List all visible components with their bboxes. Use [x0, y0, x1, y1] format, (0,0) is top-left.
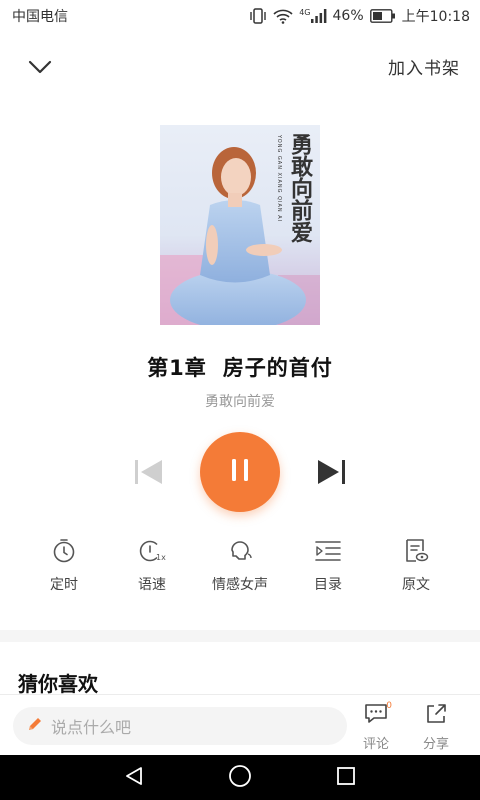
- network-type: 4G: [299, 8, 311, 17]
- chapter-name: 房子的首付: [222, 356, 333, 380]
- system-nav-bar: [0, 755, 480, 800]
- original-text-button[interactable]: 原文: [376, 538, 456, 594]
- catalog-label: 目录: [314, 577, 342, 593]
- book-cover: 勇敢向前爱 YONG GAN XIANG QIAN AI: [160, 125, 320, 325]
- section-divider: [0, 630, 480, 642]
- carrier-name: 中国电信: [12, 9, 68, 25]
- original-text-label: 原文: [402, 577, 430, 593]
- chapter-title: 第1章 房子的首付: [0, 352, 480, 382]
- clock: 上午10:18: [401, 9, 470, 25]
- svg-text:1x: 1x: [156, 553, 166, 562]
- comment-icon: [363, 704, 389, 729]
- share-button[interactable]: 分享: [412, 703, 460, 752]
- battery-icon: [369, 9, 396, 23]
- wifi-icon: [273, 8, 293, 24]
- playback-controls: [0, 432, 480, 512]
- original-text-icon: [403, 538, 429, 568]
- skip-next-icon: [315, 460, 347, 491]
- catalog-icon: [314, 539, 342, 567]
- timer-icon: [51, 538, 77, 568]
- pencil-icon: [27, 716, 43, 736]
- comments-label: 评论: [362, 737, 389, 752]
- speed-label: 语速: [138, 577, 166, 593]
- share-icon: [424, 704, 448, 729]
- comments-button[interactable]: 0 评论: [352, 701, 400, 752]
- chapter-number: 第1章: [147, 356, 207, 380]
- collapse-button[interactable]: [22, 50, 58, 86]
- nav-recents-button[interactable]: [330, 763, 362, 793]
- skip-previous-icon: [133, 460, 165, 491]
- comment-count-badge: 0: [386, 701, 392, 711]
- nav-home-button[interactable]: [224, 763, 256, 793]
- timer-button[interactable]: 定时: [24, 538, 104, 594]
- player-tools: 定时 1x 语速 情感女声 目录 原文: [0, 538, 480, 602]
- recents-square-icon: [336, 766, 356, 790]
- speed-button[interactable]: 1x 语速: [112, 538, 192, 594]
- catalog-button[interactable]: 目录: [288, 538, 368, 594]
- speed-icon: 1x: [137, 538, 167, 568]
- voice-label: 情感女声: [212, 577, 268, 593]
- status-bar: 中国电信 4G 46% 上午10:18: [0, 0, 480, 32]
- signal-icon: 4G: [299, 9, 326, 23]
- back-triangle-icon: [123, 765, 145, 791]
- timer-label: 定时: [50, 577, 78, 593]
- book-title: 勇敢向前爱: [205, 394, 275, 410]
- recommend-title: 猜你喜欢: [18, 672, 98, 696]
- voice-button[interactable]: 情感女声: [200, 538, 280, 594]
- chevron-down-icon: [28, 59, 52, 78]
- battery-percent: 46%: [332, 8, 364, 24]
- home-circle-icon: [228, 764, 252, 792]
- add-to-shelf-button[interactable]: 加入书架: [388, 54, 460, 79]
- vibrate-icon: [249, 8, 267, 24]
- cover-title: 勇敢向前爱: [287, 133, 313, 243]
- pause-button[interactable]: [200, 432, 280, 512]
- share-label: 分享: [422, 737, 449, 752]
- nav-back-button[interactable]: [118, 763, 150, 793]
- voice-icon: [226, 538, 254, 568]
- cover-pinyin: YONG GAN XIANG QIAN AI: [276, 135, 282, 223]
- pause-icon: [229, 457, 251, 487]
- status-indicators: 4G 46% 上午10:18: [249, 6, 470, 26]
- comment-bar: 说点什么吧 0 评论 分享: [0, 694, 480, 755]
- comment-input[interactable]: 说点什么吧: [13, 707, 347, 745]
- next-chapter-button[interactable]: [315, 457, 347, 487]
- comment-placeholder: 说点什么吧: [51, 718, 132, 737]
- previous-chapter-button[interactable]: [133, 457, 165, 487]
- player-header: 加入书架: [0, 40, 480, 96]
